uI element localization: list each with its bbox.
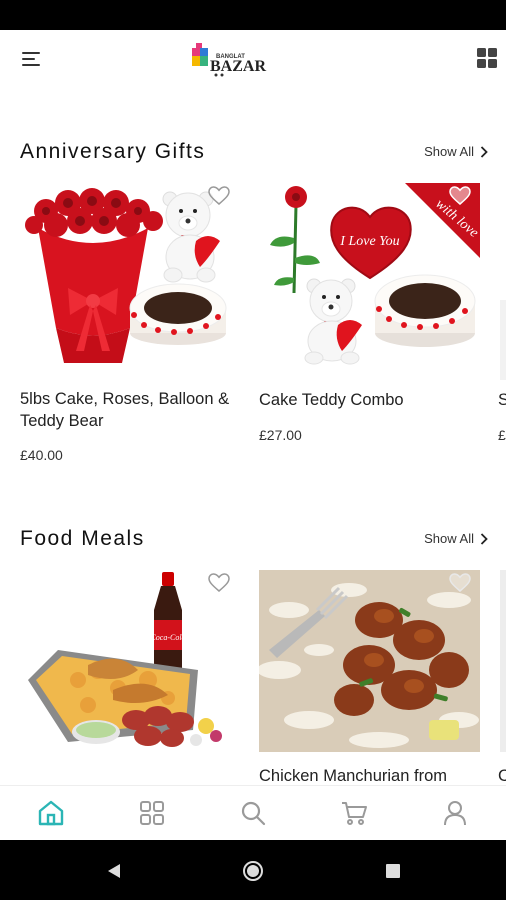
app-logo[interactable]: BANGLAT BAZAR [190,40,272,78]
profile-icon[interactable] [440,798,470,828]
menu-icon[interactable] [22,50,42,68]
product-image[interactable]: with love I Love You [260,183,480,368]
search-icon[interactable] [238,798,268,828]
product-image[interactable]: Coca-Cola [18,570,238,758]
show-all-label: Show All [424,531,474,546]
system-navigation-bar [0,840,506,900]
bottom-navigation [0,785,506,841]
product-name[interactable]: S [498,389,506,411]
chevron-right-icon [480,532,488,545]
grid-view-icon[interactable] [476,47,498,69]
home-icon[interactable] [36,798,66,828]
wishlist-heart-icon[interactable] [449,573,471,593]
back-icon[interactable] [105,862,123,880]
wishlist-heart-icon[interactable] [449,186,471,206]
product-image[interactable] [259,570,480,752]
show-all-label: Show All [424,144,474,159]
section-title-anniversary: Anniversary Gifts [20,140,206,163]
product-image[interactable] [500,300,506,380]
product-name[interactable]: Cake Teddy Combo [259,389,485,411]
show-all-food-meals[interactable]: Show All [424,531,488,546]
product-name[interactable]: C [498,765,506,785]
wishlist-heart-icon[interactable] [208,186,230,206]
product-price: £27.00 [259,427,302,443]
chevron-right-icon [480,145,488,158]
product-price: £40.00 [20,447,63,463]
balloon-text: I Love You [339,234,399,249]
wishlist-heart-icon[interactable] [208,573,230,593]
status-bar [0,0,506,30]
categories-icon[interactable] [137,798,167,828]
recents-icon[interactable] [385,863,401,879]
svg-text:BAZAR: BAZAR [210,58,266,75]
product-image[interactable] [18,183,238,368]
product-name[interactable]: 5lbs Cake, Roses, Balloon & Teddy Bear [20,388,246,432]
product-price: £ [498,427,506,443]
svg-text:Coca-Cola: Coca-Cola [150,633,185,642]
show-all-anniversary[interactable]: Show All [424,144,488,159]
product-name[interactable] [20,775,246,785]
product-name[interactable]: Chicken Manchurian from [259,765,485,785]
home-button-icon[interactable] [242,860,264,882]
cart-icon[interactable] [339,798,369,828]
section-title-food-meals: Food Meals [20,527,145,550]
product-image[interactable] [500,570,506,752]
